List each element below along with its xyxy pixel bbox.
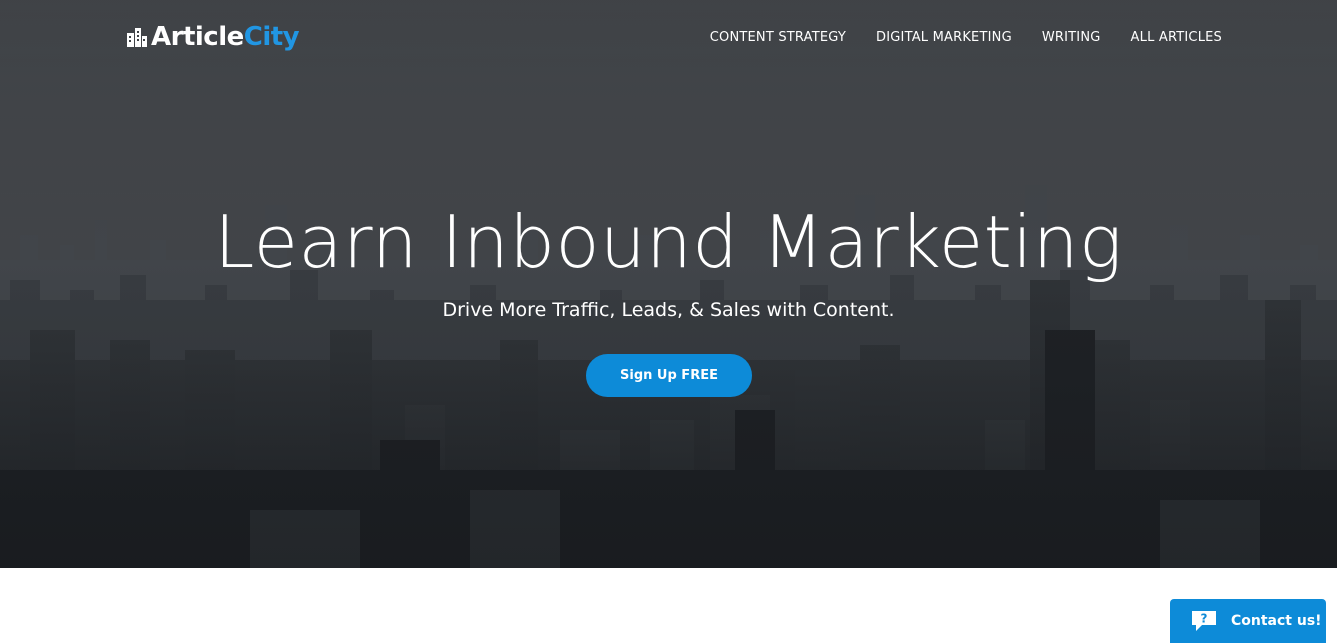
contact-us-button[interactable]: ? Contact us! [1170,599,1326,643]
hero-section: Article City CONTENT STRATEGY DIGITAL MAR… [0,0,1337,568]
nav-link-content-strategy[interactable]: CONTENT STRATEGY [710,30,846,46]
nav-link-digital-marketing[interactable]: DIGITAL MARKETING [876,30,1012,46]
building-logo-icon [127,28,147,47]
sign-up-button[interactable]: Sign Up FREE [586,354,752,397]
svg-text:?: ? [1201,612,1208,626]
logo-text-city: City [243,22,300,52]
nav-link-all-articles[interactable]: ALL ARTICLES [1131,30,1222,46]
hero-title: Learn Inbound Marketing [214,200,1123,284]
contact-us-label: Contact us! [1231,613,1322,629]
main-nav: CONTENT STRATEGY DIGITAL MARKETING WRITI… [710,30,1222,46]
chat-bubble-question-icon: ? [1192,611,1216,631]
hero-subtitle: Drive More Traffic, Leads, & Sales with … [442,299,895,321]
nav-link-writing[interactable]: WRITING [1042,30,1101,46]
site-logo[interactable]: Article City [126,20,300,54]
logo-text-article: Article [151,22,244,52]
